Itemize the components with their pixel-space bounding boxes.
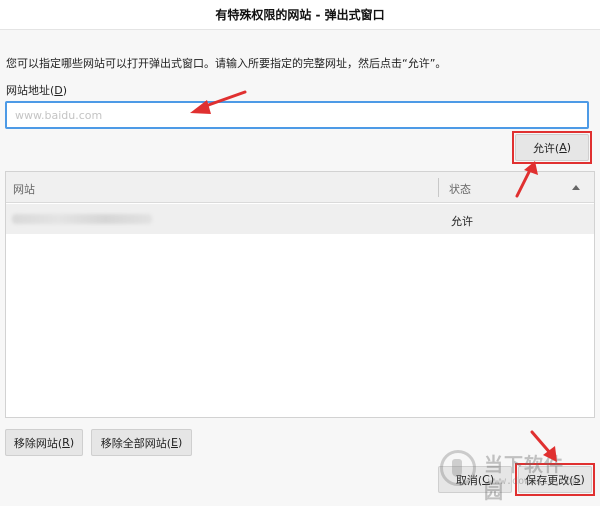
- arrow-head-save-button: [543, 446, 557, 462]
- cancel-button[interactable]: 取消(C): [438, 466, 512, 493]
- url-label-end: ): [62, 84, 68, 97]
- url-label-accesskey: D: [54, 84, 63, 97]
- remove-site-accesskey: R: [62, 436, 70, 449]
- url-label-text: 网站地址(: [6, 84, 55, 97]
- blurred-site-url: [12, 214, 152, 224]
- column-separator[interactable]: [438, 178, 439, 197]
- remove-all-label: 移除全部网站(: [100, 436, 172, 450]
- url-field-label: 网站地址(D): [6, 82, 67, 98]
- table-header: 网站 状态: [6, 172, 594, 203]
- row-status: 允许: [451, 215, 473, 228]
- remove-site-label: 移除网站(: [13, 436, 63, 450]
- table-row[interactable]: 允许: [6, 204, 594, 234]
- cancel-label: 取消(: [455, 473, 483, 487]
- remove-all-sites-button[interactable]: 移除全部网站(E): [91, 429, 192, 456]
- remove-all-end: ): [177, 436, 183, 449]
- description-text: 您可以指定哪些网站可以打开弹出式窗口。请输入所要指定的完整网址，然后点击“允许”…: [6, 57, 447, 70]
- sort-ascending-icon: [572, 185, 580, 190]
- arrow-to-save-button: [530, 430, 553, 456]
- cancel-end: ): [489, 473, 495, 486]
- column-header-site[interactable]: 网站: [13, 181, 35, 197]
- sites-table: 网站 状态 允许: [5, 171, 595, 418]
- window-title: 有特殊权限的网站 - 弹出式窗口: [0, 0, 600, 30]
- remove-site-button[interactable]: 移除网站(R): [5, 429, 83, 456]
- remove-all-accesskey: E: [171, 436, 178, 449]
- save-button-highlight: [515, 463, 595, 496]
- cancel-accesskey: C: [482, 473, 490, 486]
- url-input[interactable]: [5, 101, 589, 129]
- allow-button-highlight: [512, 131, 592, 164]
- remove-site-end: ): [69, 436, 75, 449]
- column-header-status[interactable]: 状态: [449, 181, 471, 197]
